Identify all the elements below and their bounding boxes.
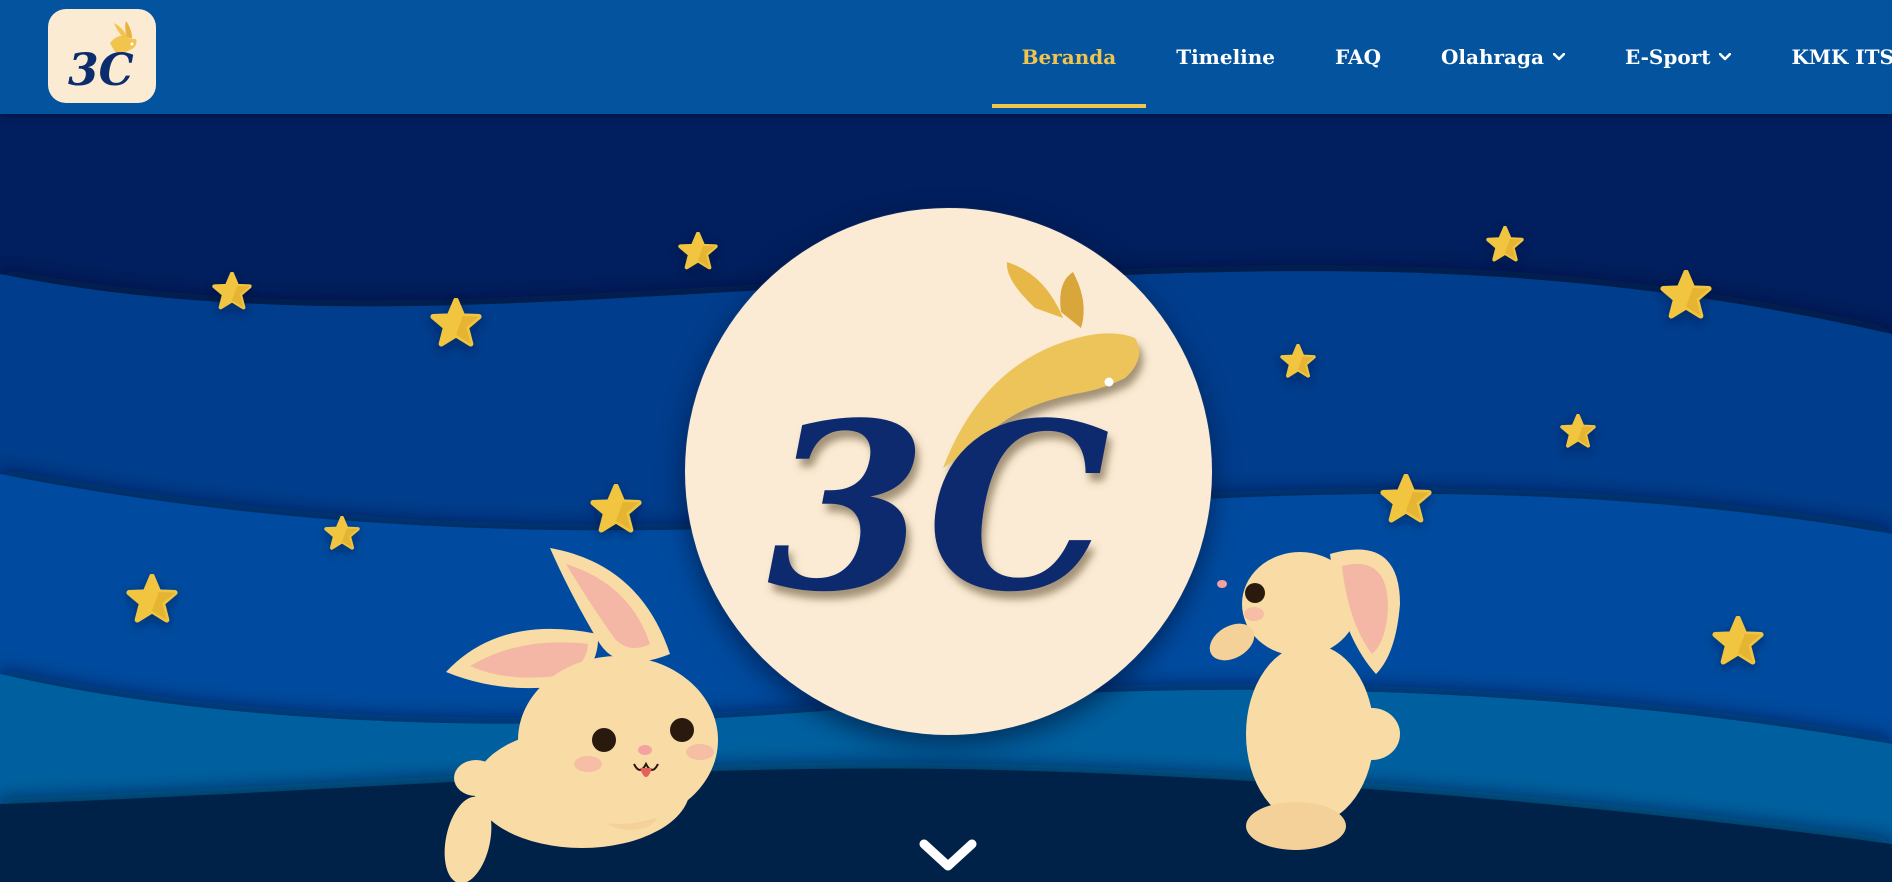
nav-esport-label: E-Sport [1624, 45, 1711, 69]
site-logo[interactable]: 3C [48, 9, 156, 103]
nav-timeline-label: Timeline [1176, 45, 1276, 69]
rabbit-3c-emblem: 3C [767, 262, 1140, 643]
rabbit-logo-icon: 3C [68, 21, 137, 96]
chevron-down-icon [1552, 53, 1565, 61]
nav-faq-label: FAQ [1335, 45, 1381, 69]
svg-text:3C: 3C [767, 373, 1110, 643]
chevron-down-icon [1719, 53, 1732, 61]
hero-section: 3C [0, 114, 1892, 882]
nav-beranda-label: Beranda [1021, 45, 1117, 69]
site-header: 3C Beranda Timeline FAQ Olahraga E-Sport… [0, 0, 1892, 114]
nav-olahraga[interactable]: Olahraga [1411, 6, 1595, 108]
nav-timeline[interactable]: Timeline [1146, 6, 1305, 108]
nav-esport[interactable]: E-Sport [1595, 6, 1761, 108]
nav-kmk-its-label: KMK ITS [1791, 45, 1892, 69]
nav-beranda[interactable]: Beranda [991, 6, 1147, 108]
scroll-down-button[interactable] [918, 836, 978, 876]
nav-faq[interactable]: FAQ [1305, 6, 1411, 108]
main-nav: Beranda Timeline FAQ Olahraga E-Sport KM… [991, 0, 1892, 114]
chevron-down-icon [919, 839, 977, 871]
svg-text:3C: 3C [68, 45, 134, 96]
nav-kmk-its[interactable]: KMK ITS [1761, 6, 1892, 108]
hero-emblem: 3C [685, 208, 1212, 735]
nav-olahraga-label: Olahraga [1441, 45, 1544, 69]
